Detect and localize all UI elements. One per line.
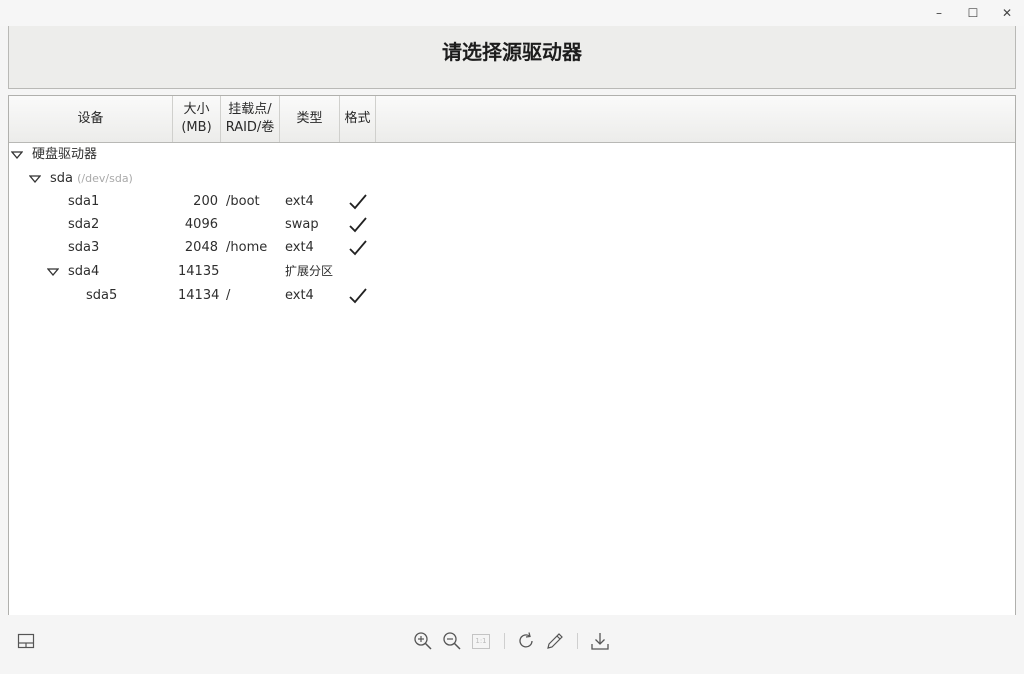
collapse-arrow-icon[interactable] xyxy=(28,167,42,190)
table-row[interactable]: sda4 14135 扩展分区 xyxy=(9,260,1015,283)
column-mount-label: 挂载点/ xyxy=(228,102,272,117)
column-header-type[interactable]: 类型 xyxy=(280,96,340,142)
column-mount-sub: RAID/卷 xyxy=(225,120,275,135)
maximize-button[interactable]: ☐ xyxy=(963,4,983,22)
format-check-icon[interactable] xyxy=(347,284,369,307)
table-header: 设备 大小 (MB) 挂载点/ RAID/卷 类型 格式 xyxy=(9,96,1015,143)
page-title: 请选择源驱动器 xyxy=(442,40,582,64)
format-check-icon[interactable] xyxy=(347,213,369,236)
tree-row-disk[interactable]: sda (/dev/sda) xyxy=(9,167,1015,190)
device-cell: sda4 xyxy=(68,264,100,279)
minimize-icon: – xyxy=(936,6,942,20)
column-size-unit: (MB) xyxy=(181,120,212,135)
table-row[interactable]: sda3 2048 /home ext4 xyxy=(9,236,1015,259)
column-format-label: 格式 xyxy=(344,111,371,126)
format-check-icon[interactable] xyxy=(347,236,369,259)
sidebar-toggle-icon[interactable] xyxy=(15,630,37,652)
bottom-toolbar: 1:1 xyxy=(0,615,1024,674)
mount-cell: /home xyxy=(226,240,268,255)
maximize-icon: ☐ xyxy=(967,6,979,20)
download-icon[interactable] xyxy=(589,630,611,652)
toolbar-divider xyxy=(577,633,578,649)
column-size-label: 大小 xyxy=(183,102,210,117)
device-cell: sda5 xyxy=(86,288,118,303)
column-type-label: 类型 xyxy=(296,111,323,126)
type-cell: swap xyxy=(285,217,319,232)
group-label: 硬盘驱动器 xyxy=(32,147,98,162)
size-cell: 2048 xyxy=(184,240,218,255)
column-header-device[interactable]: 设备 xyxy=(9,96,173,142)
tree-row-group[interactable]: 硬盘驱动器 xyxy=(9,143,1015,166)
mount-cell: / xyxy=(226,288,231,303)
minimize-button[interactable]: – xyxy=(929,4,949,22)
close-icon: ✕ xyxy=(1001,6,1013,20)
device-cell: sda3 xyxy=(68,240,100,255)
column-header-format[interactable]: 格式 xyxy=(340,96,376,142)
device-cell: sda1 xyxy=(68,194,100,209)
size-cell: 200 xyxy=(193,194,218,209)
column-header-mount[interactable]: 挂载点/ RAID/卷 xyxy=(221,96,280,142)
header-panel: 请选择源驱动器 xyxy=(8,26,1016,89)
collapse-arrow-icon[interactable] xyxy=(46,260,60,283)
table-row[interactable]: sda5 14134 / ext4 xyxy=(9,284,1015,307)
close-button[interactable]: ✕ xyxy=(997,4,1017,22)
type-cell: ext4 xyxy=(285,288,314,303)
type-cell: ext4 xyxy=(285,194,314,209)
table-row[interactable]: sda2 4096 swap xyxy=(9,213,1015,236)
actual-size-icon: 1:1 xyxy=(470,630,492,652)
toolbar-divider xyxy=(504,633,505,649)
type-cell: ext4 xyxy=(285,240,314,255)
disk-name: sda (/dev/sda) xyxy=(50,167,133,190)
mount-cell: /boot xyxy=(226,194,260,209)
collapse-arrow-icon[interactable] xyxy=(10,143,24,166)
zoom-out-icon[interactable] xyxy=(441,630,463,652)
rotate-icon[interactable] xyxy=(515,630,537,652)
drive-tree-table[interactable]: 设备 大小 (MB) 挂载点/ RAID/卷 类型 格式 硬盘驱动器 sda (… xyxy=(8,95,1016,616)
size-cell: 4096 xyxy=(184,217,218,232)
window-titlebar: – ☐ ✕ xyxy=(0,0,1024,26)
device-cell: sda2 xyxy=(68,217,100,232)
format-check-icon[interactable] xyxy=(347,190,369,213)
size-cell: 14135 xyxy=(178,264,220,279)
column-header-size[interactable]: 大小 (MB) xyxy=(173,96,221,142)
actual-size-label: 1:1 xyxy=(472,633,490,649)
disk-name-text: sda xyxy=(50,171,73,186)
column-device-label: 设备 xyxy=(77,111,104,126)
zoom-in-icon[interactable] xyxy=(412,630,434,652)
table-row[interactable]: sda1 200 /boot ext4 xyxy=(9,190,1015,213)
edit-icon[interactable] xyxy=(544,630,566,652)
type-cell: 扩展分区 xyxy=(285,264,334,278)
size-cell: 14134 xyxy=(178,288,220,303)
disk-path: (/dev/sda) xyxy=(77,172,133,185)
